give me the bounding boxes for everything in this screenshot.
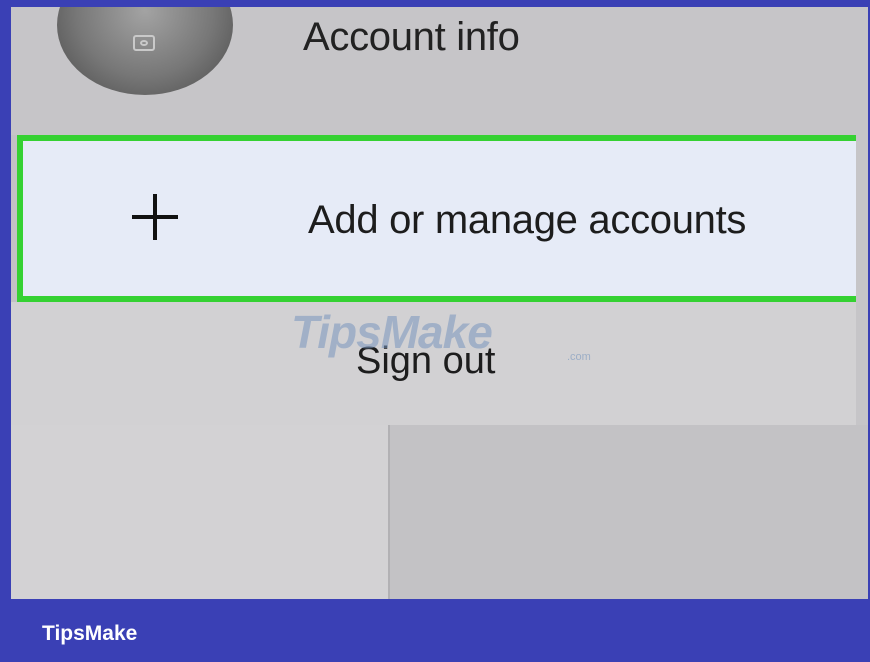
watermark-domain: .com bbox=[567, 351, 591, 363]
watermark-logo: TipsMake bbox=[291, 306, 493, 358]
account-menu-window: Account info Add or manage accounts Sign… bbox=[11, 7, 868, 599]
avatar[interactable] bbox=[57, 7, 233, 95]
account-info-link[interactable]: Account info bbox=[303, 15, 520, 60]
add-accounts-label: Add or manage accounts bbox=[308, 198, 747, 242]
menu-edge bbox=[856, 135, 868, 425]
plus-icon bbox=[132, 194, 178, 240]
camera-icon bbox=[133, 35, 155, 51]
background-content bbox=[11, 425, 868, 599]
account-header: Account info bbox=[11, 7, 868, 135]
left-pane bbox=[11, 425, 390, 599]
brand-label: TipsMake bbox=[42, 622, 138, 645]
add-or-manage-accounts-button[interactable]: Add or manage accounts bbox=[17, 135, 864, 302]
